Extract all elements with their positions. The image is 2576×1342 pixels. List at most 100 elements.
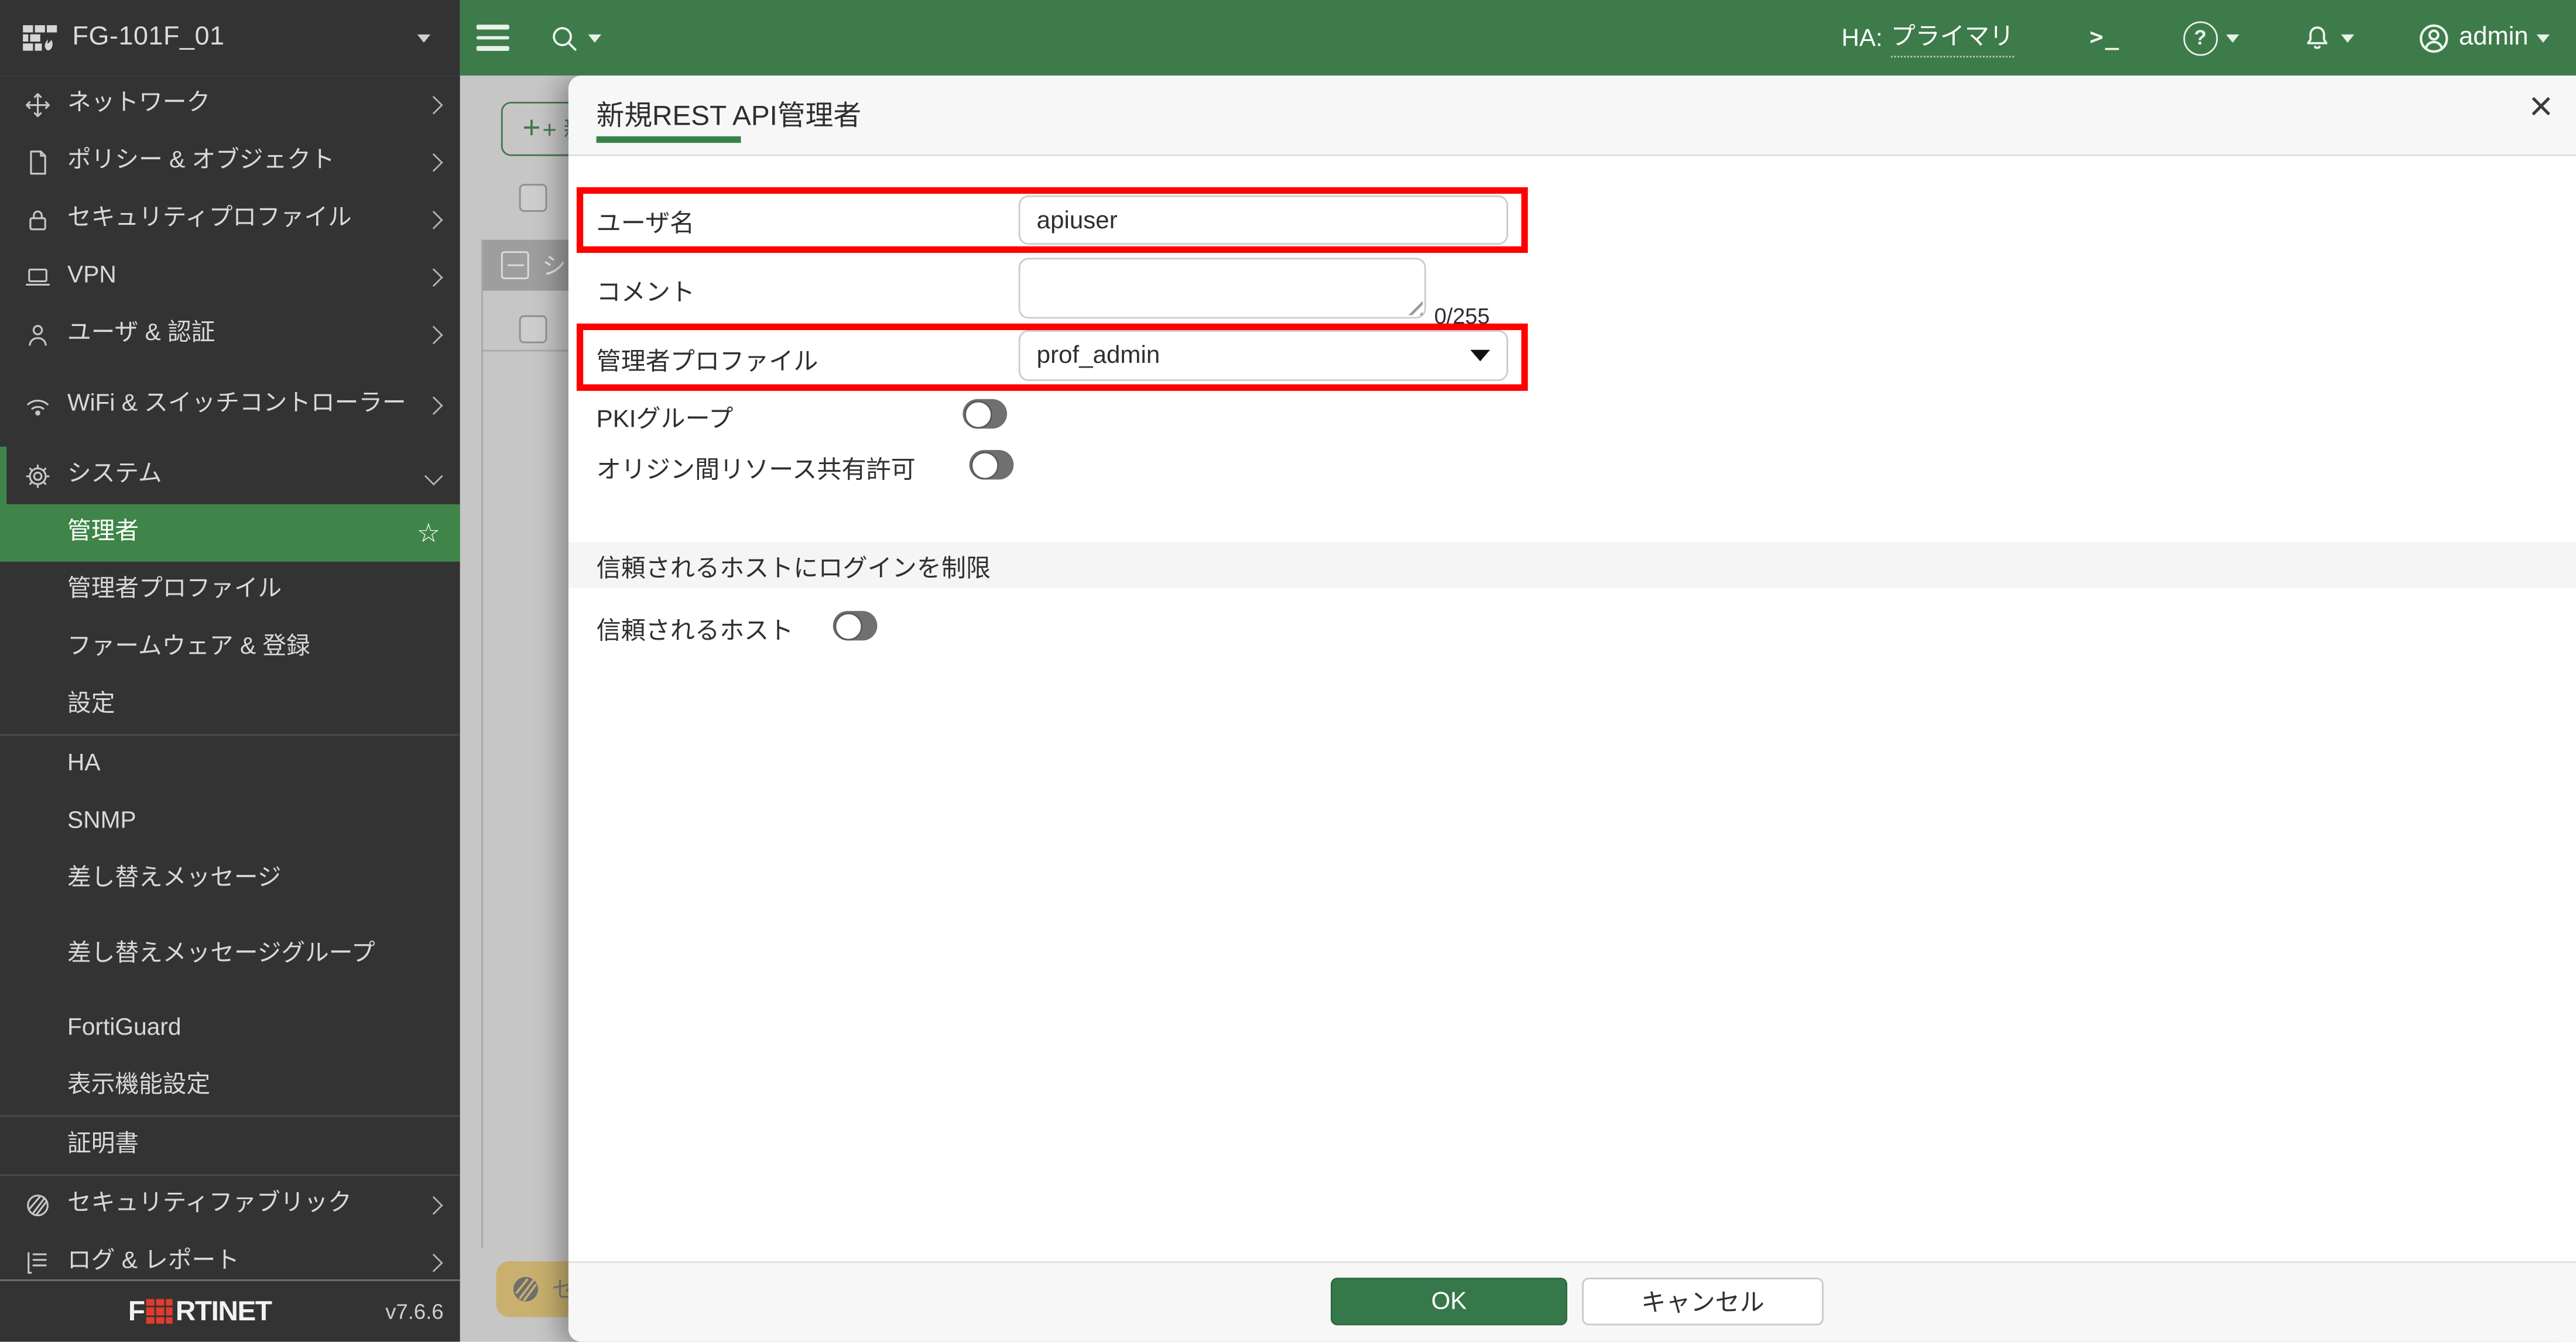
sidebar: ネットワーク ポリシー & オブジェクト セキュリティプロファイル VPN ユー	[0, 75, 460, 1342]
sidebar-subitem-firmware[interactable]: ファームウェア & 登録	[0, 619, 460, 677]
sidebar-item-security-profiles[interactable]: セキュリティプロファイル	[0, 191, 460, 248]
chevron-right-icon	[424, 396, 443, 414]
sidebar-item-wifi-switch[interactable]: WiFi & スイッチコントローラー	[0, 363, 460, 447]
pki-group-label: PKIグループ	[597, 401, 734, 435]
sidebar-subitem-fortiguard[interactable]: FortiGuard	[0, 1000, 460, 1058]
chevron-right-icon	[424, 1253, 443, 1272]
sidebar-subitem-label: 管理者	[67, 519, 417, 547]
chevron-right-icon	[424, 210, 443, 229]
trusted-hosts-toggle[interactable]	[833, 611, 878, 641]
sidebar-item-system[interactable]: システム	[0, 447, 460, 504]
sidebar-item-vpn[interactable]: VPN	[0, 248, 460, 306]
sidebar-subitem-label: 表示機能設定	[67, 1072, 440, 1100]
chevron-down-icon	[2341, 34, 2354, 42]
sidebar-subitem-label: 差し替えメッセージグループ	[67, 941, 440, 969]
sidebar-item-security-fabric[interactable]: セキュリティファブリック	[0, 1176, 460, 1233]
sidebar-subitem-label: 設定	[67, 691, 440, 719]
cli-console-icon[interactable]: >_	[2089, 25, 2121, 51]
user-menu[interactable]: admin	[2416, 20, 2550, 55]
laptop-icon	[23, 262, 53, 292]
document-icon	[23, 147, 53, 177]
ha-label: HA:	[1841, 24, 1882, 52]
username: admin	[2459, 23, 2528, 53]
cancel-button[interactable]: キャンセル	[1582, 1278, 1823, 1325]
firmware-version: v7.6.6	[385, 1299, 443, 1324]
top-bar: FG-101F_01 HA: プライマリ >_ ?	[0, 0, 2576, 75]
sidebar-subitem-label: 差し替えメッセージ	[67, 866, 440, 894]
pki-group-toggle[interactable]	[962, 399, 1007, 429]
cors-label: オリジン間リソース共有許可	[597, 452, 916, 486]
collapse-minus-icon[interactable]	[501, 251, 529, 279]
select-caret-icon	[1470, 350, 1490, 362]
search-icon	[549, 22, 580, 53]
sidebar-subitem-label: 証明書	[67, 1131, 440, 1159]
gear-icon	[23, 461, 53, 490]
hamburger-icon[interactable]	[477, 25, 509, 50]
sidebar-item-policy-objects[interactable]: ポリシー & オブジェクト	[0, 133, 460, 190]
new-rest-api-admin-modal: 新規REST API管理者 × ユーザ名 コメント 0/255 管理者プロファイ…	[568, 75, 2576, 1342]
group-row-label: シ	[542, 248, 566, 283]
fortigate-admin-ui: FG-101F_01 HA: プライマリ >_ ?	[0, 0, 2576, 1342]
sidebar-nav: ネットワーク ポリシー & オブジェクト セキュリティプロファイル VPN ユー	[0, 75, 460, 1281]
close-icon[interactable]: ×	[2529, 82, 2553, 131]
comment-textarea[interactable]	[1019, 258, 1426, 319]
search-control[interactable]	[549, 22, 601, 53]
fortinet-logo-rtinet: RTINET	[176, 1295, 272, 1328]
section-title: 信頼されるホストにログインを制限	[597, 550, 991, 585]
admin-profile-select[interactable]: prof_admin	[1019, 330, 1508, 381]
sidebar-item-label: ポリシー & オブジェクト	[67, 148, 427, 176]
sidebar-item-label: セキュリティファブリック	[67, 1190, 427, 1219]
sidebar-subitem-feature-visibility[interactable]: 表示機能設定	[0, 1058, 460, 1115]
sidebar-item-label: システム	[67, 462, 427, 490]
fortinet-logo: F RTINET	[128, 1295, 272, 1328]
modal-header: 新規REST API管理者 ×	[568, 75, 2576, 156]
chevron-down-icon	[424, 466, 443, 485]
username-input[interactable]	[1019, 195, 1508, 245]
sidebar-subitem-replacement-messages[interactable]: 差し替えメッセージ	[0, 851, 460, 908]
sidebar-item-label: VPN	[67, 263, 427, 291]
sidebar-subitem-ha[interactable]: HA	[0, 736, 460, 793]
sidebar-footer: F RTINET v7.6.6	[0, 1279, 460, 1342]
chevron-right-icon	[424, 267, 443, 286]
ok-button[interactable]: OK	[1331, 1278, 1567, 1325]
sidebar-item-log-report[interactable]: ログ & レポート	[0, 1233, 460, 1281]
sidebar-item-label: セキュリティプロファイル	[67, 205, 427, 234]
security-fabric-icon	[509, 1273, 542, 1306]
row-checkbox[interactable]	[519, 315, 547, 344]
trusted-hosts-label: 信頼されるホスト	[597, 613, 794, 647]
sidebar-subitem-replacement-message-groups[interactable]: 差し替えメッセージグループ	[0, 908, 460, 1000]
help-menu[interactable]: ?	[2183, 20, 2239, 55]
comment-char-counter: 0/255	[1434, 304, 1490, 328]
lock-icon	[23, 204, 53, 234]
sidebar-subitem-snmp[interactable]: SNMP	[0, 793, 460, 850]
chevron-right-icon	[424, 95, 443, 114]
cors-toggle[interactable]	[970, 450, 1014, 480]
comment-label: コメント	[597, 274, 695, 309]
notifications-menu[interactable]	[2301, 22, 2354, 53]
sidebar-item-network[interactable]: ネットワーク	[0, 75, 460, 133]
select-all-checkbox[interactable]	[519, 184, 547, 212]
fortinet-logo-f: F	[128, 1295, 145, 1328]
chevron-right-icon	[424, 1195, 443, 1214]
log-list-icon	[23, 1247, 53, 1277]
sidebar-subitem-admin-profiles[interactable]: 管理者プロファイル	[0, 562, 460, 619]
favorite-star-icon[interactable]: ☆	[417, 517, 440, 550]
sidebar-subitem-certificates[interactable]: 証明書	[0, 1117, 460, 1174]
fortinet-logo-grid-icon	[147, 1298, 173, 1324]
device-menu[interactable]: FG-101F_01	[0, 0, 460, 75]
table-left-border	[481, 240, 483, 1248]
chevron-right-icon	[424, 325, 443, 344]
move-arrows-icon	[23, 90, 53, 119]
ha-value: プライマリ	[1891, 18, 2015, 57]
bell-icon	[2301, 22, 2332, 53]
sidebar-subitem-administrators[interactable]: 管理者 ☆	[0, 504, 460, 561]
sidebar-item-label: ログ & レポート	[67, 1248, 427, 1276]
ha-status[interactable]: HA: プライマリ	[1841, 18, 2014, 57]
user-circle-icon	[2416, 20, 2451, 55]
chevron-down-icon	[2537, 34, 2550, 42]
admin-profile-value: prof_admin	[1037, 342, 1160, 370]
top-bar-green: HA: プライマリ >_ ? admin	[460, 0, 2576, 75]
sidebar-subitem-settings[interactable]: 設定	[0, 677, 460, 734]
sidebar-item-user-auth[interactable]: ユーザ & 認証	[0, 306, 460, 363]
sidebar-subitem-label: HA	[67, 750, 440, 778]
